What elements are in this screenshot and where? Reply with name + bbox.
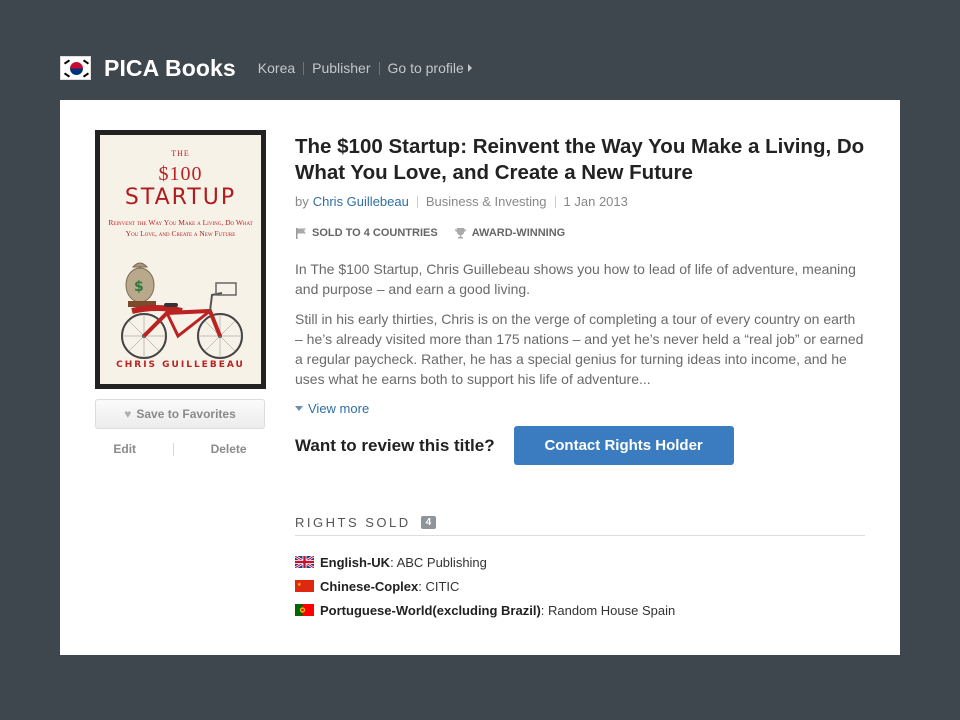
bicycle-illustration-icon: $ (121, 262, 243, 359)
award-winning-label: AWARD-WINNING (471, 227, 566, 239)
review-question: Want to review this title? (295, 435, 495, 455)
portugal-flag-icon (295, 604, 314, 616)
rights-language: Portuguese-World(excluding Brazil) (320, 602, 541, 618)
rights-publisher: : Random House Spain (540, 602, 676, 618)
delete-button[interactable]: Delete (211, 442, 247, 456)
rights-count-badge: 4 (420, 516, 437, 529)
cover-author: CHRIS GUILLEBEAU (116, 360, 245, 370)
author-link[interactable]: Chris Guillebeau (313, 194, 409, 209)
book-card: THE $100 STARTUP Reinvent the Way You Ma… (60, 100, 900, 655)
uk-flag-icon (295, 556, 314, 568)
caret-right-icon (467, 64, 472, 72)
china-flag-icon: ★ (295, 580, 314, 592)
category-label: Business & Investing (425, 194, 547, 209)
trophy-icon (454, 228, 466, 239)
cover-amount: $100 (158, 163, 203, 185)
book-description: In The $100 Startup, Chris Guillebeau sh… (295, 259, 865, 389)
book-cover: THE $100 STARTUP Reinvent the Way You Ma… (95, 130, 266, 389)
caret-down-icon (295, 406, 303, 411)
rights-list: English-UK : ABC Publishing ★ Chinese-Co… (295, 550, 865, 622)
contact-rights-holder-button[interactable]: Contact Rights Holder (513, 426, 734, 465)
save-to-favorites-button[interactable]: ♥ Save to Favorites (95, 399, 265, 429)
badges: SOLD TO 4 COUNTRIES AWARD-WINNING (295, 227, 865, 239)
breadcrumb-divider (303, 61, 305, 75)
svg-text:★: ★ (297, 582, 302, 588)
award-winning-badge: AWARD-WINNING (454, 227, 566, 239)
cover-the: THE (171, 149, 190, 158)
description-paragraph: Still in his early thirties, Chris is on… (295, 311, 864, 387)
edit-delete-row: Edit Delete (95, 442, 265, 456)
meta-divider (554, 195, 556, 208)
breadcrumb-korea[interactable]: Korea (258, 60, 295, 76)
book-details: The $100 Startup: Reinvent the Way You M… (295, 134, 865, 465)
heart-icon: ♥ (124, 407, 132, 421)
svg-text:$: $ (134, 279, 144, 295)
review-row: Want to review this title? Contact Right… (295, 426, 865, 465)
publish-date: 1 Jan 2013 (563, 194, 628, 209)
cover-title: STARTUP (124, 185, 237, 210)
brand-title[interactable]: PICA Books (104, 55, 236, 82)
book-meta: by Chris Guillebeau Business & Investing… (295, 194, 865, 209)
by-label: by (295, 194, 309, 209)
edit-button[interactable]: Edit (113, 442, 136, 456)
flag-icon (296, 228, 306, 239)
rights-sold-header: RIGHTS SOLD 4 (295, 510, 865, 536)
view-more-link[interactable]: View more (295, 401, 865, 416)
rights-language: English-UK (320, 554, 391, 570)
sold-countries-label: SOLD TO 4 COUNTRIES (312, 227, 438, 239)
book-title: The $100 Startup: Reinvent the Way You M… (295, 135, 865, 184)
korea-flag-icon (60, 56, 91, 80)
rights-item: English-UK : ABC Publishing (295, 550, 865, 574)
rights-publisher: : CITIC (418, 578, 460, 594)
save-to-favorites-label: Save to Favorites (136, 407, 236, 421)
sold-countries-badge: SOLD TO 4 COUNTRIES (295, 227, 438, 239)
go-to-profile-label: Go to profile (387, 60, 464, 76)
meta-divider (416, 195, 418, 208)
breadcrumb-divider (378, 61, 380, 75)
rights-language: Chinese-Coplex (320, 578, 419, 594)
breadcrumb-publisher[interactable]: Publisher (312, 60, 370, 76)
view-more-label: View more (308, 401, 370, 416)
breadcrumb: Korea Publisher Go to profile (258, 60, 472, 76)
description-paragraph: In The $100 Startup, Chris Guillebeau sh… (295, 261, 856, 297)
rights-item: ★ Chinese-Coplex : CITIC (295, 574, 865, 598)
top-bar: PICA Books Korea Publisher Go to profile (60, 52, 472, 84)
cover-subtitle: Reinvent the Way You Make a Living, Do W… (108, 218, 253, 238)
divider (172, 442, 174, 456)
rights-item: Portuguese-World(excluding Brazil) : Ran… (295, 598, 865, 622)
rights-sold-title: RIGHTS SOLD (295, 515, 411, 530)
rights-publisher: : ABC Publishing (390, 554, 487, 570)
go-to-profile-link[interactable]: Go to profile (388, 60, 472, 76)
